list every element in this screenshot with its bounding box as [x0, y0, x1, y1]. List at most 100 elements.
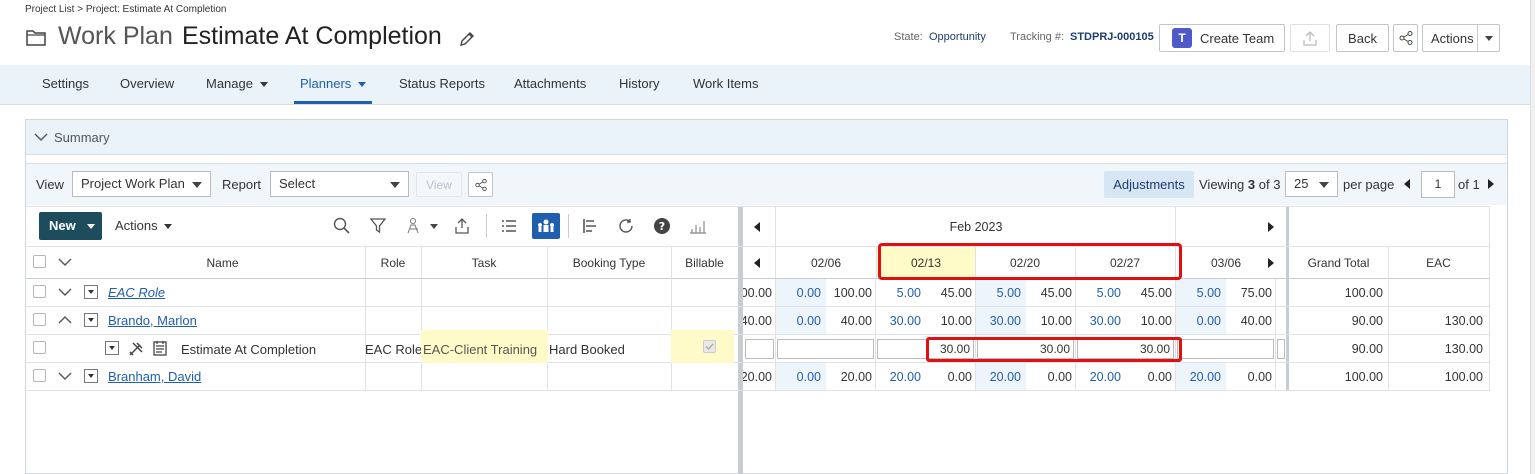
help-icon[interactable]: ? — [652, 216, 672, 236]
teams-icon: T — [1172, 28, 1192, 48]
expand-all-icon[interactable] — [58, 256, 72, 268]
caret-down-icon — [357, 82, 366, 88]
hours-input[interactable] — [1177, 339, 1274, 359]
row-name: Estimate At Completion — [181, 342, 317, 357]
report-select[interactable]: Select — [270, 171, 409, 197]
billable-checkbox[interactable] — [703, 340, 716, 353]
chevron-down-icon[interactable] — [58, 370, 72, 382]
tab-attachments[interactable]: Attachments — [514, 76, 586, 91]
tab-planners[interactable]: Planners — [300, 76, 366, 91]
annotation-box-weeks — [878, 243, 1182, 280]
new-button[interactable]: New — [39, 212, 102, 240]
week-value: 20.00 — [840, 370, 872, 384]
week-value: 0.00 — [1047, 370, 1072, 384]
check-icon — [705, 343, 714, 351]
hours-input[interactable] — [777, 339, 874, 359]
folder-icon — [25, 27, 47, 47]
filter-icon[interactable] — [368, 216, 388, 236]
grid-line — [26, 278, 1489, 279]
create-team-button[interactable]: T Create Team — [1159, 24, 1285, 52]
share-upload-icon — [1303, 31, 1317, 46]
tab-status-reports[interactable]: Status Reports — [399, 76, 485, 91]
timeline-next-month-icon[interactable] — [1264, 220, 1278, 234]
week-value: 10.00 — [1040, 314, 1072, 328]
active-tab-underline — [294, 101, 372, 104]
timeline-prev-week-icon[interactable] — [750, 256, 764, 270]
row-menu-dropdown[interactable] — [84, 369, 98, 383]
row-role: EAC Role — [365, 342, 423, 357]
row-name-link[interactable]: Branham, David — [108, 369, 201, 384]
chart-icon[interactable] — [688, 216, 708, 236]
search-icon[interactable] — [332, 216, 352, 236]
column-task[interactable]: Task — [421, 256, 547, 270]
per-page-select[interactable]: 25 — [1285, 171, 1338, 197]
hours-input[interactable] — [745, 339, 774, 359]
week-value: 100.00 — [833, 286, 872, 300]
chevron-up-icon[interactable] — [58, 314, 72, 326]
row-name-link[interactable]: Brando, Marlon — [108, 313, 197, 328]
hours-input-partial[interactable] — [1277, 339, 1285, 359]
export-button[interactable] — [1290, 24, 1330, 52]
team-view-icon[interactable] — [532, 213, 560, 239]
breadcrumb[interactable]: Project List > Project: Estimate At Comp… — [25, 4, 226, 15]
caret-down-icon — [87, 224, 95, 229]
actions-button[interactable]: Actions — [1422, 24, 1500, 52]
grid-line — [26, 334, 1489, 335]
report-share-button[interactable] — [468, 172, 493, 197]
view-button[interactable]: View — [416, 172, 462, 197]
page-title: Estimate At Completion — [182, 22, 442, 50]
column-booking-type[interactable]: Booking Type — [547, 256, 671, 270]
adjustments-button[interactable]: Adjustments — [1104, 171, 1194, 198]
week-value: 0.00 — [796, 286, 821, 300]
row-checkbox[interactable] — [33, 313, 46, 326]
tools-icon[interactable] — [127, 340, 145, 358]
next-page-icon[interactable] — [1485, 176, 1497, 192]
list-view-icon[interactable] — [499, 216, 519, 236]
chevron-down-icon[interactable] — [58, 286, 72, 298]
summary-bar[interactable]: Summary — [26, 120, 1507, 155]
notes-icon[interactable] — [151, 339, 169, 357]
export-icon[interactable] — [452, 216, 472, 236]
per-page-label: per page — [1343, 177, 1395, 192]
tab-settings[interactable]: Settings — [42, 76, 89, 91]
partial-value: 00.00 — [743, 286, 772, 300]
back-button[interactable]: Back — [1336, 24, 1389, 52]
column-billable[interactable]: Billable — [671, 256, 738, 270]
share-button[interactable] — [1393, 24, 1418, 52]
row-name-link[interactable]: EAC Role — [108, 285, 165, 300]
week-value: 20.00 — [889, 370, 921, 384]
column-role[interactable]: Role — [365, 256, 421, 270]
select-all-checkbox[interactable] — [33, 255, 46, 268]
section-title: Work Plan — [58, 22, 173, 50]
view-select[interactable]: Project Work Plan — [72, 171, 211, 197]
tab-manage[interactable]: Manage — [206, 76, 268, 91]
new-label: New — [49, 218, 76, 233]
chevron-down-icon[interactable] — [428, 220, 440, 232]
timeline-next-week-icon[interactable] — [1264, 256, 1278, 270]
row-task[interactable]: EAC-Client Training — [423, 342, 537, 357]
page-input[interactable]: 1 — [1421, 171, 1455, 198]
week-value: 0.00 — [1247, 370, 1272, 384]
tab-overview[interactable]: Overview — [120, 76, 174, 91]
edit-pencil-icon[interactable] — [456, 28, 478, 50]
row-menu-dropdown[interactable] — [84, 313, 98, 327]
week-value: 45.00 — [940, 286, 972, 300]
grid-actions-menu[interactable]: Actions — [115, 218, 173, 233]
gantt-icon[interactable] — [580, 216, 600, 236]
row-menu-dropdown[interactable] — [84, 285, 98, 299]
row-checkbox[interactable] — [33, 341, 46, 354]
eac-value: 100.00 — [1444, 370, 1483, 384]
prev-page-icon[interactable] — [1400, 176, 1414, 192]
grid-line — [775, 279, 776, 391]
tab-history[interactable]: History — [619, 76, 659, 91]
column-name[interactable]: Name — [80, 256, 365, 270]
tab-work-items[interactable]: Work Items — [693, 76, 759, 91]
create-team-label: Create Team — [1200, 30, 1275, 46]
row-menu-dropdown[interactable] — [105, 341, 119, 355]
row-checkbox[interactable] — [33, 369, 46, 382]
resource-assign-icon[interactable] — [404, 216, 424, 236]
timeline-prev-month-icon[interactable] — [750, 220, 764, 234]
row-checkbox[interactable] — [33, 285, 46, 298]
refresh-icon[interactable] — [616, 216, 636, 236]
page-scrollbar[interactable] — [1530, 0, 1535, 474]
